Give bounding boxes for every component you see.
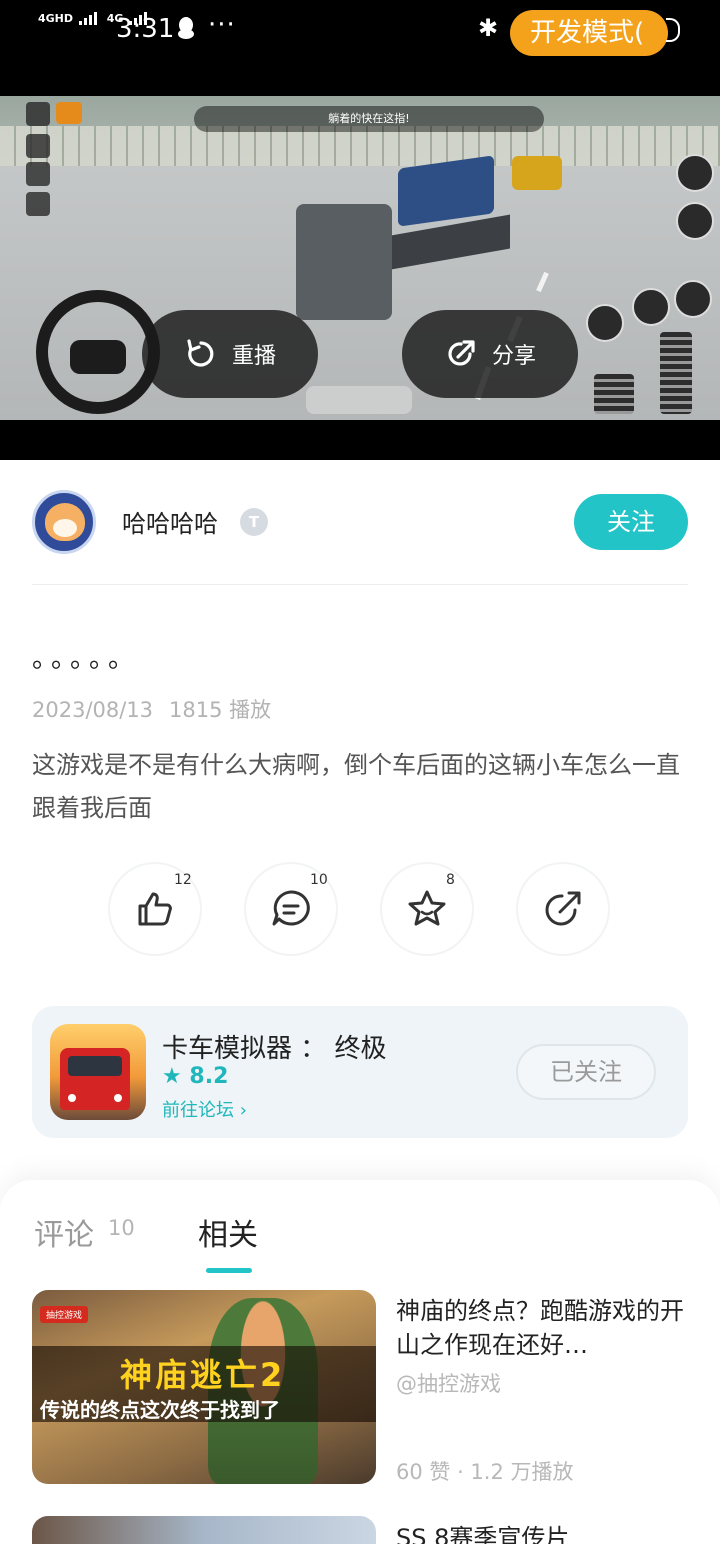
game-rating-value: 8.2 [189,1064,229,1089]
video-fence [0,126,720,166]
gas-pedal [660,332,692,414]
related-thumbnail[interactable]: 抽控游戏 神庙逃亡2 传说的终点这次终于找到了 [32,1290,376,1484]
level-badge-icon: T [240,508,268,536]
wiper-icon [586,304,624,342]
author-row: 哈哈哈哈 T 关注 [0,460,720,586]
mute-icon [26,102,50,126]
speedometer-icon [632,288,670,326]
qq-icon [178,17,194,39]
like-count: 12 [174,872,192,888]
related-thumbnail-2[interactable] [32,1516,376,1544]
forum-link[interactable]: 前往论坛 › [162,1096,247,1122]
thumbnail-subtitle: 传说的终点这次终于找到了 [40,1398,280,1422]
chevron-right-icon: › [239,1100,247,1121]
person-icon [26,162,50,186]
game-card[interactable]: 卡车模拟器 ： 终极 ★ 8.2 前往论坛 › 已关注 [32,1006,688,1138]
post-meta: 2023/08/13 1815 播放 [32,694,271,724]
comment-button[interactable]: 10 [244,862,338,956]
star-icon [408,890,446,926]
dev-mode-badge[interactable]: 开发模式( [510,10,668,56]
game-icon-lamp [68,1094,76,1102]
thumbnail-tag: 抽控游戏 [40,1306,89,1323]
related-stats: 60 赞 · 1.2 万播放 [396,1460,574,1484]
bluetooth-icon: ✱ [478,14,499,42]
yellow-van [512,156,562,190]
game-icon[interactable] [50,1024,146,1120]
video-player[interactable]: 躺着的快在这指! 重播 分享 [0,96,720,420]
post-plays: 1815 播放 [169,698,272,722]
dpad-control [306,386,412,414]
battery-icon [666,18,680,42]
video-bottom-bar [0,420,720,460]
network-type-1: 4GHD [38,12,74,25]
inventory-icon [26,192,50,216]
tab-comments-count: 10 [108,1216,135,1240]
author-name[interactable]: 哈哈哈哈 [122,504,218,539]
gear-p-icon [676,154,714,192]
like-button[interactable]: 12 [108,862,202,956]
game-hud-message: 躺着的快在这指! [194,106,544,132]
game-name: 卡车模拟器 ： 终极 [162,1034,387,1064]
comment-icon [272,890,310,926]
camera-icon [56,102,82,124]
replay-button[interactable]: 重播 [142,310,318,398]
follow-button[interactable]: 关注 [574,494,688,550]
thumbnail-title: 神庙逃亡2 [120,1356,286,1394]
view-icon [26,134,50,158]
signal-icon [78,12,99,25]
more-notifications-icon: ··· [208,10,236,40]
gear-d-icon [676,202,714,240]
share-button[interactable]: 分享 [402,310,578,398]
avatar-snout [53,519,77,537]
avatar[interactable] [32,490,96,554]
game-icon-lamp [114,1094,122,1102]
tab-comments[interactable]: 评论 [34,1210,94,1254]
share-label: 分享 [491,344,536,369]
related-author[interactable]: @抽控游戏 [396,1368,501,1398]
followed-button[interactable]: 已关注 [516,1044,656,1100]
post-title: 。。。。。 [32,644,141,674]
thumbs-up-icon [138,892,172,926]
star-icon: ★ [162,1064,182,1089]
status-bar: 4GHD 4G 3:31 ··· ✱ 开发模式( [0,0,720,96]
post-date: 2023/08/13 [32,698,154,722]
truck-cab [296,204,392,320]
favorite-button[interactable]: 8 [380,862,474,956]
share-post-button[interactable] [516,862,610,956]
comment-count: 10 [310,872,328,888]
handbrake-icon [674,280,712,318]
game-rating: ★ 8.2 [162,1064,228,1089]
tab-related[interactable]: 相关 [198,1210,258,1254]
related-title[interactable]: 神庙的终点？跑酷游戏的开山之作现在还好… [396,1294,688,1362]
divider [32,584,688,585]
forum-link-label: 前往论坛 [162,1100,234,1121]
favorite-count: 8 [446,872,455,888]
share-icon [448,340,475,366]
replay-icon [187,339,214,367]
post-body: 这游戏是不是有什么大病啊，倒个车后面的这辆小车怎么一直跟着我后面 [32,751,680,822]
game-icon-windshield [68,1056,122,1076]
brake-pedal [594,374,634,414]
share-icon [545,891,581,926]
related-title-2[interactable]: SS 8赛季宣传片 [396,1518,569,1544]
replay-label: 重播 [231,344,276,369]
clock: 3:31 [116,14,175,44]
tab-indicator [206,1268,252,1273]
